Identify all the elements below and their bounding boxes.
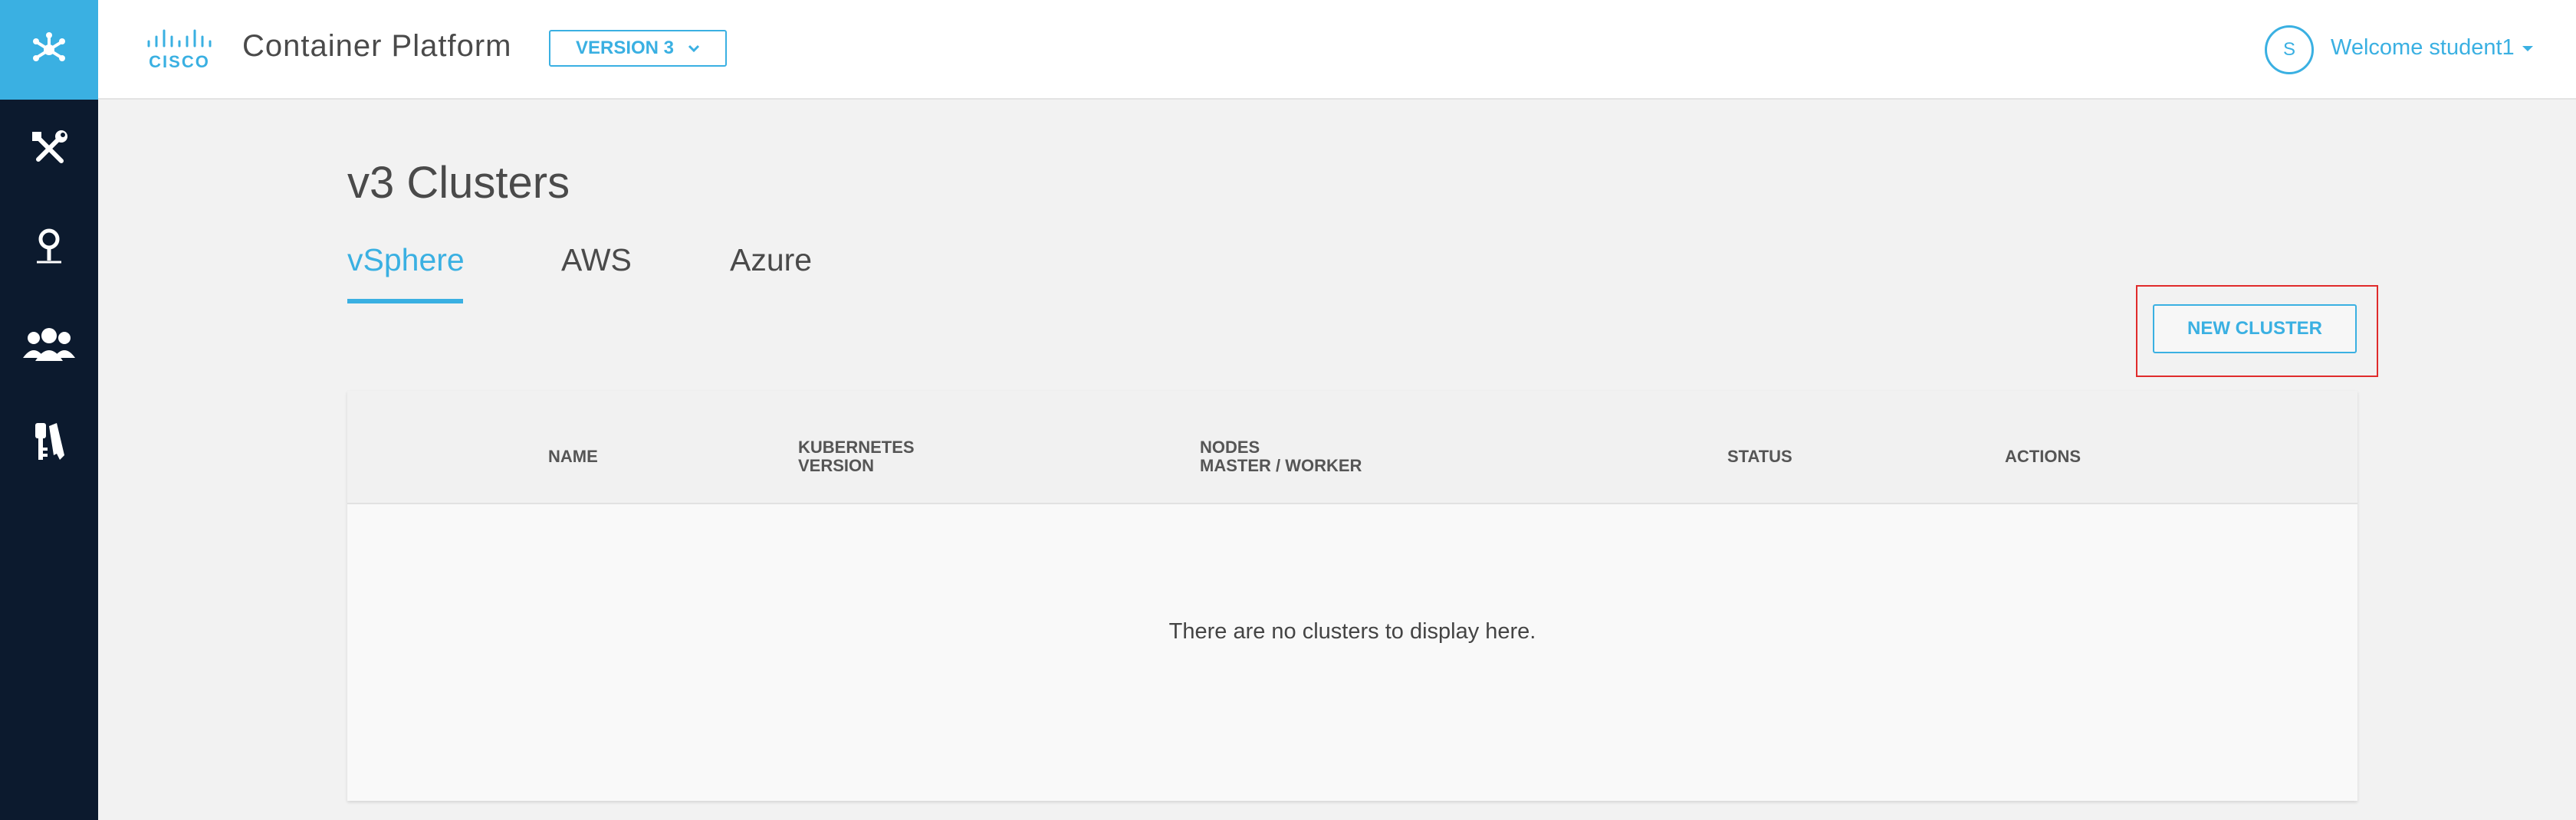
clusters-table: NAME KUBERNETES VERSION NODES MASTER / W… [347, 391, 2358, 801]
app-logo-button[interactable] [0, 0, 98, 100]
tab-azure[interactable]: Azure [730, 242, 812, 278]
column-header-line: ACTIONS [2005, 447, 2081, 466]
users-icon [23, 328, 75, 361]
active-tab-indicator [347, 299, 463, 303]
column-header-line: NAME [548, 447, 598, 466]
user-menu[interactable]: Welcome student1 [2331, 35, 2533, 61]
sidebar [0, 0, 98, 820]
sidebar-item-keys[interactable] [0, 394, 98, 492]
app-title: Container Platform [242, 29, 512, 63]
new-cluster-button[interactable]: NEW CLUSTER [2153, 304, 2357, 353]
keys-icon [35, 423, 64, 460]
empty-state-message: There are no clusters to display here. [1168, 619, 1536, 644]
column-header-line: MASTER / WORKER [1200, 456, 1362, 475]
welcome-label: Welcome student1 [2331, 35, 2515, 60]
table-header: NAME KUBERNETES VERSION NODES MASTER / W… [347, 391, 2358, 504]
column-header-line: NODES [1200, 438, 1260, 457]
column-header-kubernetes-version[interactable]: KUBERNETES VERSION [798, 438, 915, 475]
caret-down-icon [2522, 45, 2533, 51]
cisco-logo: CISCO [147, 29, 212, 71]
user-avatar[interactable]: S [2265, 25, 2314, 74]
sidebar-item-users[interactable] [0, 296, 98, 394]
tab-aws[interactable]: AWS [561, 242, 632, 278]
column-header-line: STATUS [1727, 447, 1792, 466]
tools-icon [32, 130, 67, 163]
page-title: v3 Clusters [347, 158, 570, 208]
version-label: VERSION 3 [575, 38, 675, 58]
column-header-name[interactable]: NAME [548, 448, 598, 466]
sidebar-item-tools[interactable] [0, 100, 98, 198]
column-header-status[interactable]: STATUS [1727, 448, 1792, 466]
location-pin-icon [37, 228, 61, 264]
column-header-actions: ACTIONS [2005, 448, 2081, 466]
svg-text:CISCO: CISCO [149, 52, 210, 71]
column-header-nodes[interactable]: NODES MASTER / WORKER [1200, 438, 1362, 475]
version-select[interactable]: VERSION 3 [549, 30, 727, 67]
sidebar-item-locations[interactable] [0, 198, 98, 296]
tab-vsphere[interactable]: vSphere [347, 242, 465, 278]
chevron-down-icon [688, 44, 700, 53]
top-bar: CISCO Container Platform VERSION 3 S Wel… [98, 0, 2576, 100]
column-header-line: KUBERNETES [798, 438, 915, 457]
network-hub-icon [33, 32, 65, 61]
column-header-line: VERSION [798, 456, 875, 475]
